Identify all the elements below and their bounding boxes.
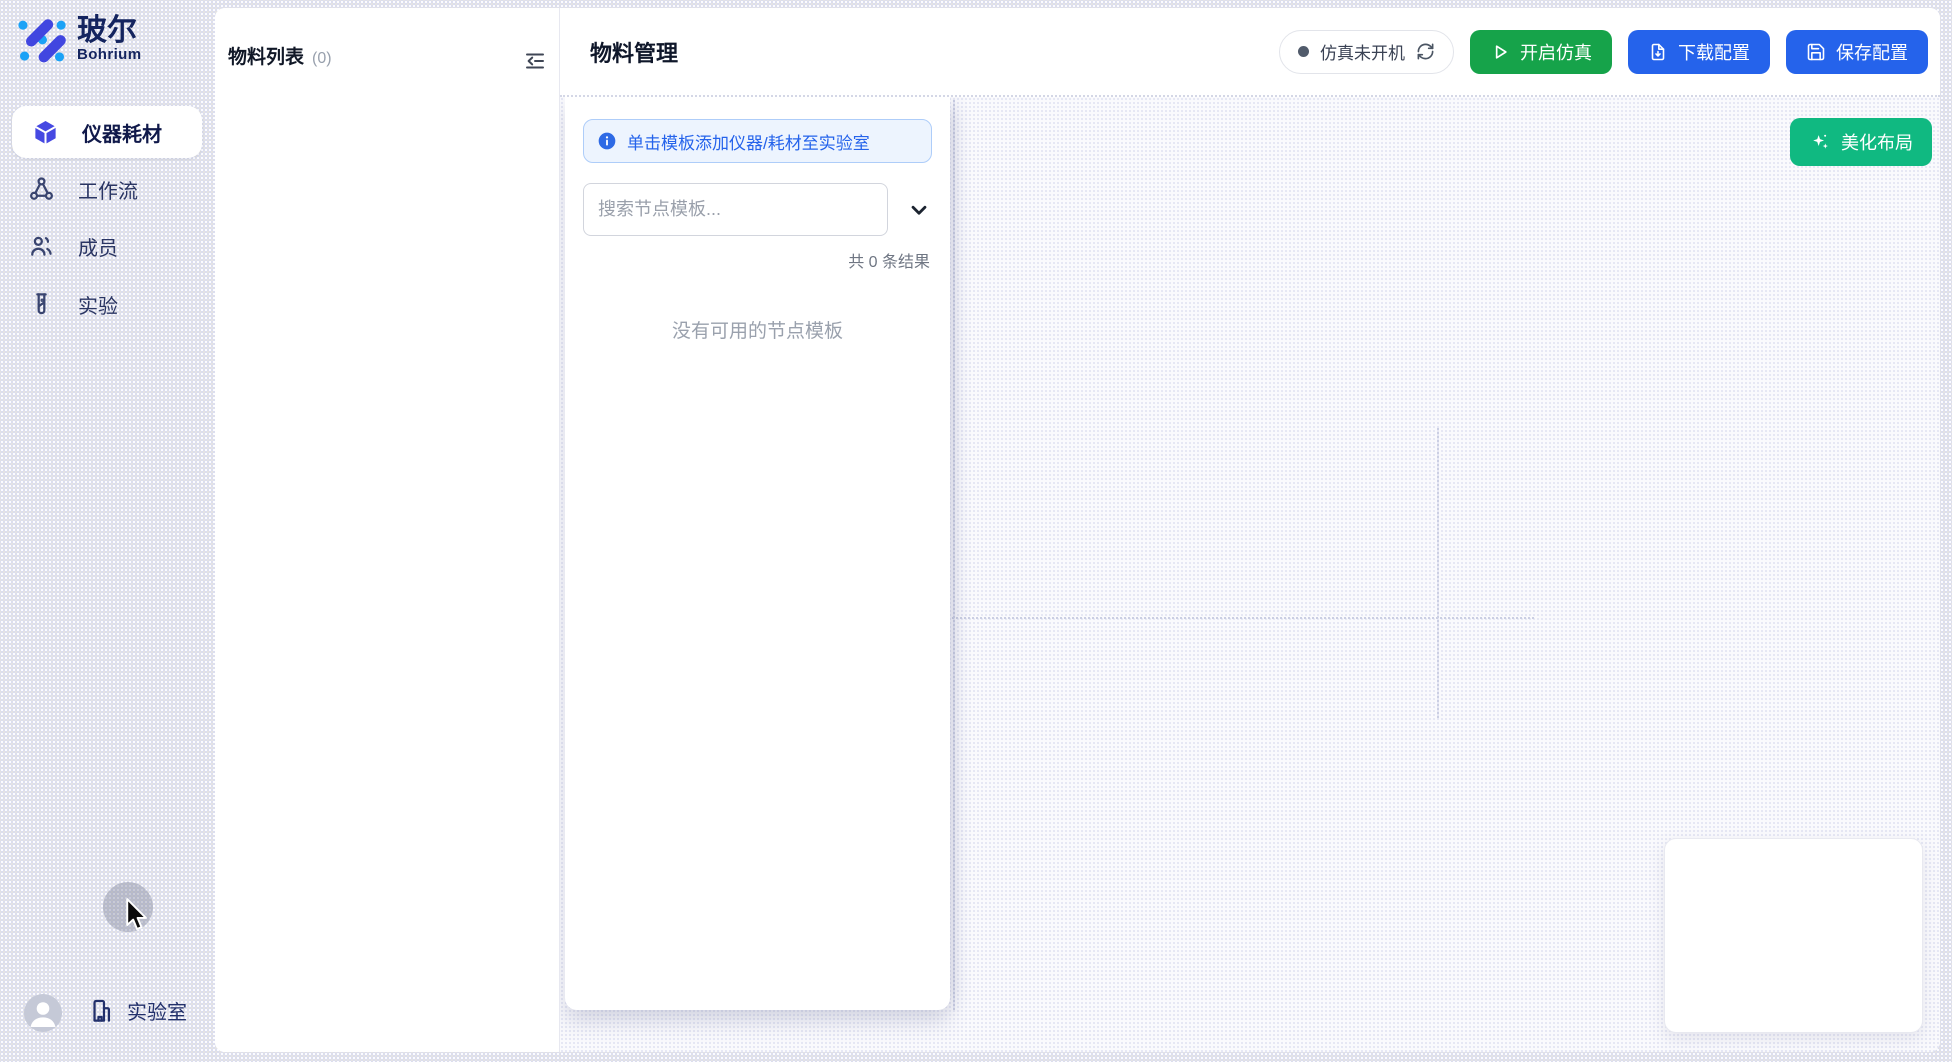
sidebar-item-label: 工作流 bbox=[78, 175, 138, 204]
template-hint-text: 单击模板添加仪器/耗材至实验室 bbox=[627, 129, 870, 154]
page-header: 物料管理 仿真未开机 开启仿真 bbox=[560, 8, 1940, 97]
user-avatar[interactable] bbox=[24, 994, 62, 1032]
start-simulation-label: 开启仿真 bbox=[1520, 39, 1592, 65]
save-config-button[interactable]: 保存配置 bbox=[1786, 30, 1928, 74]
sidebar-item-label: 实验 bbox=[78, 290, 118, 319]
save-config-label: 保存配置 bbox=[1836, 39, 1908, 65]
test-tube-icon bbox=[28, 291, 55, 318]
file-download-icon bbox=[1648, 42, 1668, 62]
sidebar-item-label: 仪器耗材 bbox=[82, 118, 162, 147]
canvas-gridline-horizontal bbox=[952, 617, 1534, 619]
materials-list-count: (0) bbox=[312, 50, 332, 68]
cube-icon bbox=[32, 119, 59, 146]
bohrium-logo-icon bbox=[14, 13, 66, 65]
workflow-icon bbox=[28, 176, 55, 203]
sidebar-item-lab[interactable]: 实验室 bbox=[88, 996, 187, 1025]
canvas-gridline-vertical bbox=[1437, 428, 1439, 718]
materials-list-panel: 物料列表 (0) bbox=[215, 8, 560, 1052]
sidebar-footer: 实验室 bbox=[0, 988, 215, 1040]
status-dot-icon bbox=[1298, 46, 1309, 57]
sidebar-item-members[interactable]: 成员 bbox=[8, 223, 202, 269]
flow-canvas[interactable]: 单击模板添加仪器/耗材至实验室 共 0 条结果 没有可用的节点模板 bbox=[560, 97, 1940, 1052]
sidebar-item-experiments[interactable]: 实验 bbox=[8, 281, 202, 327]
building-icon bbox=[88, 997, 115, 1024]
brand-logo: 玻尔 Bohrium bbox=[14, 13, 141, 65]
app-root: { "brand": { "name": "玻尔", "subtitle": "… bbox=[0, 0, 1952, 1062]
search-template-input[interactable] bbox=[583, 183, 888, 236]
canvas-gridline-vertical bbox=[953, 100, 955, 1010]
sidebar-item-workflow[interactable]: 工作流 bbox=[8, 166, 202, 212]
collapse-panel-icon[interactable] bbox=[523, 49, 547, 73]
play-icon bbox=[1490, 42, 1510, 62]
minimap-panel[interactable] bbox=[1664, 838, 1923, 1033]
materials-list-title: 物料列表 bbox=[228, 42, 304, 69]
template-search-row bbox=[583, 183, 932, 236]
download-config-label: 下载配置 bbox=[1678, 39, 1750, 65]
brand-subtitle: Bohrium bbox=[77, 46, 141, 63]
materials-list-header: 物料列表 (0) bbox=[215, 8, 559, 97]
sparkles-icon bbox=[1809, 131, 1831, 153]
mouse-cursor bbox=[124, 898, 154, 934]
start-simulation-button[interactable]: 开启仿真 bbox=[1470, 30, 1612, 74]
page-title: 物料管理 bbox=[590, 36, 678, 68]
main-container: 物料列表 (0) 物料管理 仿真未开机 bbox=[215, 8, 1940, 1052]
refresh-icon[interactable] bbox=[1416, 42, 1435, 61]
user-icon bbox=[24, 994, 62, 1032]
members-icon bbox=[28, 233, 55, 260]
template-empty-text: 没有可用的节点模板 bbox=[565, 316, 950, 343]
download-config-button[interactable]: 下载配置 bbox=[1628, 30, 1770, 74]
lab-label: 实验室 bbox=[127, 996, 187, 1025]
beautify-layout-button[interactable]: 美化布局 bbox=[1790, 118, 1932, 166]
status-label: 仿真未开机 bbox=[1320, 39, 1405, 64]
info-icon bbox=[597, 131, 617, 151]
simulation-status-pill[interactable]: 仿真未开机 bbox=[1279, 30, 1454, 74]
sidebar-item-label: 成员 bbox=[78, 232, 118, 261]
brand-name: 玻尔 bbox=[77, 15, 141, 47]
header-actions: 仿真未开机 开启仿真 bbox=[1279, 30, 1928, 74]
sidebar: 玻尔 Bohrium 仪器耗材 工作流 成员 bbox=[0, 0, 215, 1062]
content-column: 物料管理 仿真未开机 开启仿真 bbox=[560, 8, 1940, 1052]
beautify-layout-label: 美化布局 bbox=[1841, 129, 1913, 155]
sidebar-item-instruments[interactable]: 仪器耗材 bbox=[12, 106, 202, 158]
template-result-count: 共 0 条结果 bbox=[565, 248, 950, 272]
chevron-down-icon[interactable] bbox=[906, 197, 932, 223]
template-hint-banner: 单击模板添加仪器/耗材至实验室 bbox=[583, 119, 932, 163]
node-template-panel: 单击模板添加仪器/耗材至实验室 共 0 条结果 没有可用的节点模板 bbox=[565, 97, 950, 1010]
save-icon bbox=[1806, 42, 1826, 62]
